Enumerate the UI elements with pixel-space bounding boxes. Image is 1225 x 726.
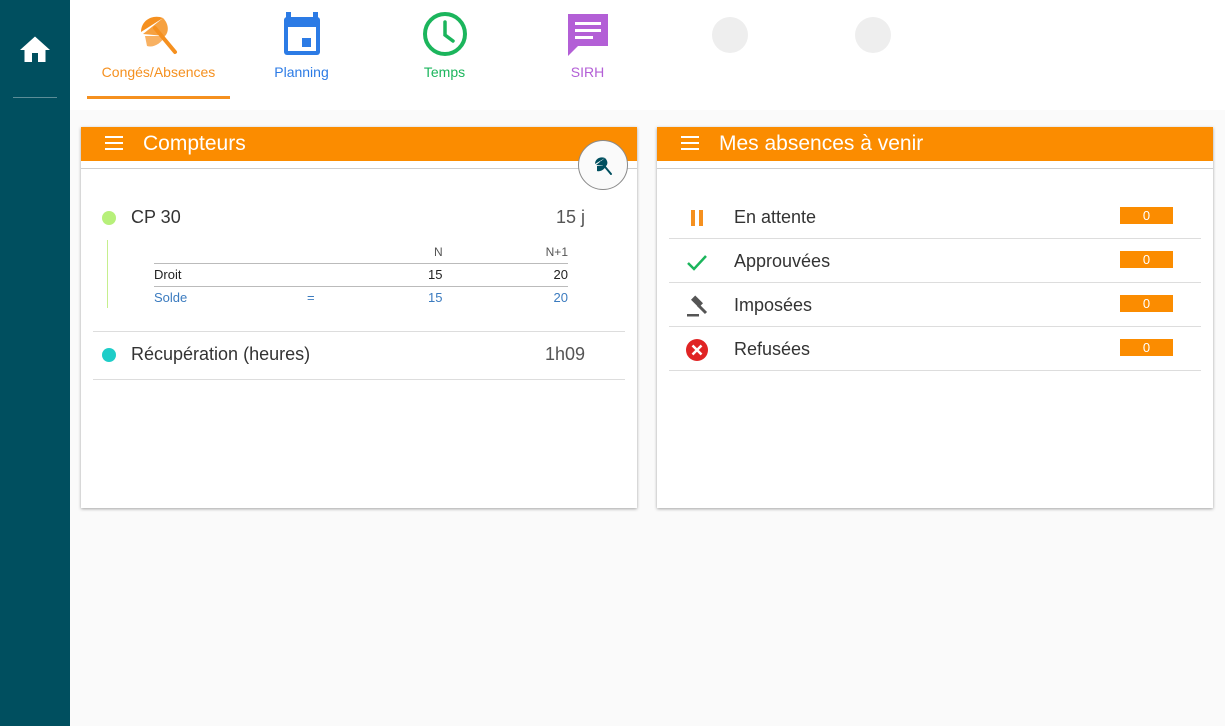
card-title: Compteurs [143,132,246,155]
absence-row-approved[interactable]: Approuvées 0 [669,239,1201,283]
sidebar-divider [13,97,57,98]
cancel-icon [686,339,708,361]
absence-label: Imposées [734,295,813,315]
solde-label: Solde [154,290,188,305]
absence-row-pending[interactable]: En attente 0 [669,195,1201,239]
counter-name: CP 30 [131,207,181,227]
droit-label: Droit [154,267,182,282]
gavel-icon [687,295,708,317]
new-request-button[interactable] [578,140,628,190]
counter-divider [93,379,625,380]
tab-label: Temps [423,64,466,80]
droit-n: 15 [428,267,443,282]
count-badge[interactable]: 0 [1120,339,1173,356]
header-divider [657,168,1213,169]
tab-label: Planning [274,64,329,80]
row-divider [154,263,568,264]
counter-cp[interactable]: CP 30 15 j [93,207,625,231]
status-dot [102,348,116,362]
solde-equals: = [307,290,315,305]
absence-row-imposed[interactable]: Imposées 0 [669,283,1201,327]
tab-conges-absences[interactable]: Congés/Absences [87,0,230,100]
count-badge[interactable]: 0 [1120,251,1173,268]
counter-recuperation[interactable]: Récupération (heures) 1h09 [93,344,625,368]
counters-card-header: Compteurs [81,127,637,161]
placeholder-icon [855,17,891,53]
upcoming-absences-card: Mes absences à venir En attente 0 Approu… [657,127,1213,508]
tab-sirh[interactable]: SIRH [516,0,659,100]
message-icon [567,14,608,56]
counter-value: 1h09 [544,344,585,364]
menu-icon[interactable] [681,136,699,150]
counter-value: 15 j [555,207,585,227]
counter-divider [93,331,625,332]
solde-n1: 20 [553,290,568,305]
header-divider [81,168,637,169]
solde-n: 15 [428,290,443,305]
tab-label: SIRH [570,64,605,80]
absence-row-refused[interactable]: Refusées 0 [669,327,1201,371]
absence-label: Refusées [734,339,811,359]
check-icon [687,255,707,271]
beach-umbrella-icon [595,157,612,175]
beach-umbrella-icon [140,16,177,54]
tab-temps[interactable]: Temps [373,0,516,100]
active-tab-indicator [87,96,230,99]
absence-label: En attente [734,207,817,227]
top-navigation: Congés/Absences Planning Temps SIRH [70,0,1225,110]
clock-icon [422,12,467,56]
calendar-icon [283,12,320,55]
menu-icon[interactable] [105,136,123,150]
tab-label: Congés/Absences [101,64,216,80]
counter-detail-line [107,240,108,308]
home-icon[interactable] [17,32,53,68]
absences-card-header: Mes absences à venir [657,127,1213,161]
pause-icon [691,210,703,226]
count-badge[interactable]: 0 [1120,295,1173,312]
count-badge[interactable]: 0 [1120,207,1173,224]
counter-name: Récupération (heures) [131,344,311,364]
column-header-n: N [434,245,443,259]
droit-n1: 20 [553,267,568,282]
absence-label: Approuvées [734,251,831,271]
tab-planning[interactable]: Planning [230,0,373,100]
status-dot [102,211,116,225]
card-title: Mes absences à venir [719,132,924,155]
counters-card: Compteurs CP 30 15 j N N+1 Droit 15 20 S… [81,127,637,508]
placeholder-icon [712,17,748,53]
column-header-n1: N+1 [545,245,568,259]
sidebar [0,0,70,726]
row-divider [154,286,568,287]
